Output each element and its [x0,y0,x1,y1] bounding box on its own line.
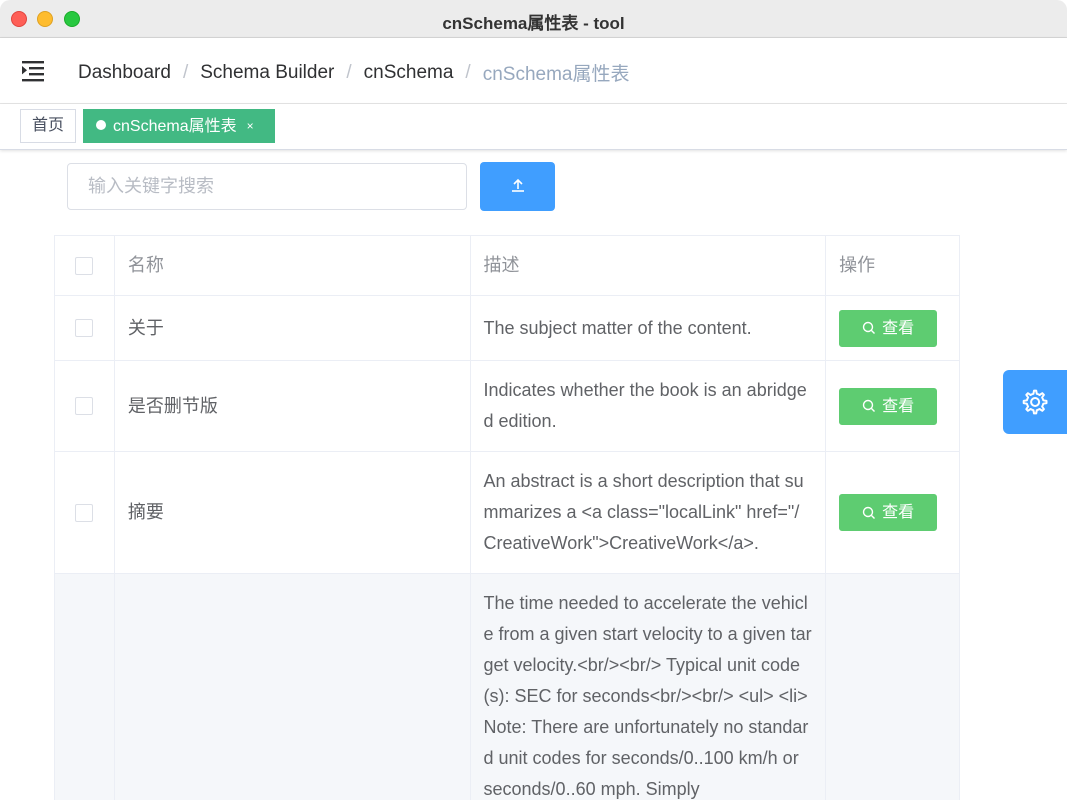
upload-button[interactable] [480,162,555,211]
active-dot-icon [96,120,106,130]
header-name: 名称 [115,236,471,295]
breadcrumb-cnschema[interactable]: cnSchema [364,62,454,84]
window-titlebar: cnSchema属性表 - tool [0,0,1067,38]
tag-label: cnSchema属性表 [113,118,237,135]
navbar: Dashboard / Schema Builder / cnSchema / … [0,38,1067,104]
breadcrumb-current: cnSchema属性表 [482,64,630,85]
header-desc: 描述 [471,236,827,295]
search-icon [862,399,876,412]
upload-icon [511,178,525,195]
breadcrumb-separator: / [346,61,352,83]
tag-home[interactable]: 首页 [20,109,76,143]
select-all-checkbox[interactable] [75,256,94,275]
breadcrumb: Dashboard / Schema Builder / cnSchema / … [78,59,629,86]
row-checkbox[interactable] [75,503,94,522]
table-row: 关于 The subject matter of the content. 查看 [55,296,960,361]
gear-icon [1022,389,1048,415]
row-name: 关于 [115,296,471,360]
window-title: cnSchema属性表 - tool [442,14,625,33]
search-input[interactable] [67,163,467,210]
row-desc: An abstract is a short description that … [471,452,827,573]
breadcrumb-schema-builder[interactable]: Schema Builder [200,62,334,84]
close-tag-icon[interactable]: × [247,110,254,142]
header-op: 操作 [826,236,960,295]
table-row: The time needed to accelerate the vehicl… [55,574,960,800]
row-name [115,574,471,800]
row-checkbox[interactable] [75,397,94,415]
breadcrumb-dashboard[interactable]: Dashboard [78,62,171,84]
row-desc: The subject matter of the content. [471,296,827,360]
properties-table: 名称 描述 操作 关于 The subject matter of the co… [54,235,960,800]
row-desc: The time needed to accelerate the vehicl… [471,574,827,800]
tag-cnschema-properties[interactable]: cnSchema属性表 × [83,109,275,143]
table-row: 摘要 An abstract is a short description th… [55,452,960,574]
search-icon [862,506,876,519]
tags-view: 首页 cnSchema属性表 × [0,104,1067,150]
breadcrumb-separator: / [182,61,189,83]
row-name: 是否删节版 [115,361,471,451]
row-name: 摘要 [115,452,471,573]
table-row: 是否删节版 Indicates whether the book is an a… [55,361,960,452]
table-header: 名称 描述 操作 [55,236,960,296]
breadcrumb-separator: / [465,61,471,83]
settings-button[interactable] [1003,370,1067,434]
search-icon [862,321,876,334]
hamburger-icon[interactable] [22,60,46,82]
row-checkbox[interactable] [75,319,94,337]
row-desc: Indicates whether the book is an abridge… [471,361,827,451]
view-button[interactable]: 查看 [839,309,938,347]
view-button[interactable]: 查看 [839,387,938,425]
view-button[interactable]: 查看 [839,494,938,531]
